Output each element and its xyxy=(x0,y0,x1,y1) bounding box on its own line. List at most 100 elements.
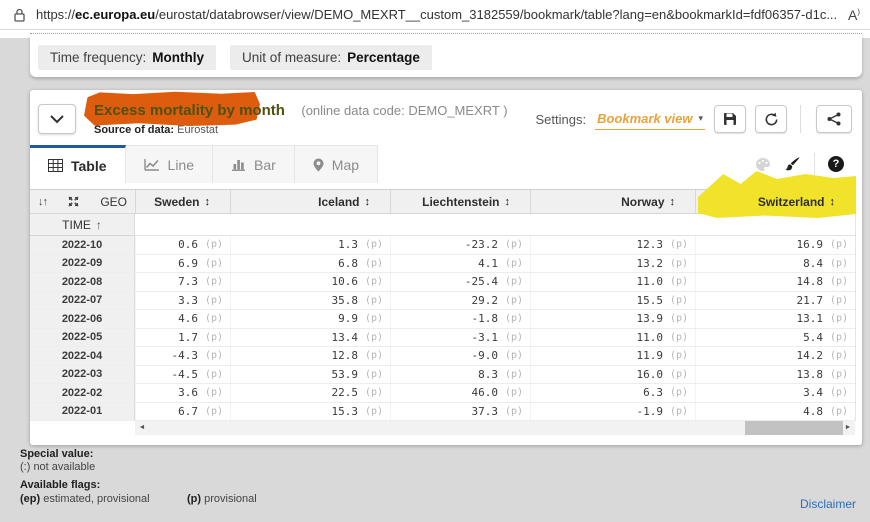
table-column-header-row: ↓↑ GEO Sweden↕ Iceland↕ Liechtenstein↕ N… xyxy=(30,190,855,214)
value-cell: 16.9(p) xyxy=(695,236,855,254)
sort-icon[interactable]: ↓↑ xyxy=(38,196,47,208)
filter-bar: Time frequency:Monthly Unit of measure:P… xyxy=(30,33,862,77)
bar-chart-icon xyxy=(231,158,246,171)
time-cell: 2022-02 xyxy=(30,384,135,402)
browser-address-bar[interactable]: https://ec.europa.eu/eurostat/databrowse… xyxy=(0,0,870,30)
save-view-button[interactable] xyxy=(714,105,746,133)
value-cell: -23.2(p) xyxy=(390,236,530,254)
time-frequency-chip[interactable]: Time frequency:Monthly xyxy=(38,45,216,70)
time-cell: 2022-08 xyxy=(30,273,135,291)
value-cell: 1.7(p) xyxy=(135,329,230,347)
column-header-switzerland[interactable]: Switzerland↕ xyxy=(695,190,855,213)
read-aloud-icon[interactable]: A) xyxy=(848,7,860,23)
column-header-iceland[interactable]: Iceland↕ xyxy=(230,190,390,213)
provisional-flag: (p) xyxy=(198,258,230,269)
provisional-flag: (p) xyxy=(498,369,530,380)
value-text: 3.3 xyxy=(178,294,198,307)
palette-icon[interactable] xyxy=(755,157,771,172)
lock-icon[interactable] xyxy=(10,8,28,22)
provisional-flag: (p) xyxy=(663,406,695,417)
value-text: 16.0 xyxy=(637,368,664,381)
value-text: 11.0 xyxy=(637,331,664,344)
value-cell: 29.2(p) xyxy=(390,292,530,310)
value-text: 12.3 xyxy=(637,238,664,251)
brush-icon[interactable] xyxy=(784,156,801,172)
tab-line[interactable]: Line xyxy=(126,145,213,183)
help-icon[interactable]: ? xyxy=(828,156,844,172)
url-text[interactable]: https://ec.europa.eu/eurostat/databrowse… xyxy=(36,7,840,22)
view-selector-dropdown[interactable]: Bookmark view ▾ xyxy=(595,109,705,130)
value-cell: 3.4(p) xyxy=(695,384,855,402)
value-text: 53.9 xyxy=(332,368,359,381)
column-header-norway[interactable]: Norway↕ xyxy=(530,190,695,213)
scroll-right-arrow[interactable]: ► xyxy=(841,421,855,435)
disclaimer-link[interactable]: Disclaimer xyxy=(800,497,856,511)
value-text: -25.4 xyxy=(465,275,498,288)
view-tabs: Table Line Bar Map ? xyxy=(30,145,862,183)
table-row: 2022-016.7(p)15.3(p)37.3(p)-1.9(p)4.8(p) xyxy=(30,403,855,422)
time-cell: 2022-03 xyxy=(30,366,135,384)
refresh-icon xyxy=(764,112,779,127)
provisional-flag: (p) xyxy=(663,258,695,269)
collapse-panel-button[interactable] xyxy=(38,104,76,134)
provisional-flag: (p) xyxy=(198,276,230,287)
table-row: 2022-073.3(p)35.8(p)29.2(p)15.5(p)21.7(p… xyxy=(30,292,855,311)
value-text: 21.7 xyxy=(797,294,824,307)
column-header-sweden[interactable]: Sweden↕ xyxy=(135,190,230,213)
value-cell: 14.2(p) xyxy=(695,347,855,365)
provisional-flag: (p) xyxy=(823,276,855,287)
value-cell: 16.0(p) xyxy=(530,366,695,384)
tab-bar[interactable]: Bar xyxy=(213,145,295,183)
value-text: 7.3 xyxy=(178,275,198,288)
column-header-liechtenstein[interactable]: Liechtenstein↕ xyxy=(390,190,530,213)
provisional-flag: (p) xyxy=(823,406,855,417)
value-cell: -3.1(p) xyxy=(390,329,530,347)
time-cell: 2022-09 xyxy=(30,255,135,273)
provisional-flag: (p) xyxy=(198,332,230,343)
value-text: 1.7 xyxy=(178,331,198,344)
expand-icon[interactable] xyxy=(68,196,79,207)
provisional-flag: (p) xyxy=(498,276,530,287)
scrollbar-thumb[interactable] xyxy=(745,421,843,435)
provisional-flag: (p) xyxy=(358,295,390,306)
data-table: ↓↑ GEO Sweden↕ Iceland↕ Liechtenstein↕ N… xyxy=(30,189,856,421)
value-cell: 12.3(p) xyxy=(530,236,695,254)
unit-of-measure-chip[interactable]: Unit of measure:Percentage xyxy=(230,45,432,70)
value-text: 9.9 xyxy=(338,312,358,325)
value-text: -4.5 xyxy=(172,368,199,381)
value-cell: -1.8(p) xyxy=(390,310,530,328)
table-corner-cell: ↓↑ GEO xyxy=(30,190,135,213)
value-cell: -4.3(p) xyxy=(135,347,230,365)
provisional-flag: (p) xyxy=(663,350,695,361)
value-text: 0.6 xyxy=(178,238,198,251)
provisional-flag: (p) xyxy=(663,387,695,398)
value-text: 6.9 xyxy=(178,257,198,270)
provisional-flag: (p) xyxy=(358,406,390,417)
value-cell: 7.3(p) xyxy=(135,273,230,291)
tab-table[interactable]: Table xyxy=(30,145,126,183)
provisional-flag: (p) xyxy=(498,332,530,343)
value-cell: 3.3(p) xyxy=(135,292,230,310)
value-cell: 4.8(p) xyxy=(695,403,855,421)
scroll-left-arrow[interactable]: ◄ xyxy=(135,421,149,435)
value-cell: -4.5(p) xyxy=(135,366,230,384)
refresh-button[interactable] xyxy=(755,105,787,133)
tab-map[interactable]: Map xyxy=(295,145,378,183)
data-browser-panel: Excess mortality by month (online data c… xyxy=(30,90,862,445)
value-text: -23.2 xyxy=(465,238,498,251)
time-dimension-header[interactable]: TIME ↑ xyxy=(30,214,135,236)
provisional-flag: (p) xyxy=(198,295,230,306)
provisional-flag: (p) xyxy=(498,350,530,361)
value-cell: 15.5(p) xyxy=(530,292,695,310)
scrollbar-track[interactable] xyxy=(149,421,841,435)
provisional-flag: (p) xyxy=(198,406,230,417)
special-value-label: Special value: xyxy=(20,448,93,460)
provisional-flag: (p) xyxy=(358,350,390,361)
settings-label: Settings: xyxy=(536,112,587,127)
value-cell: 12.8(p) xyxy=(230,347,390,365)
share-button[interactable] xyxy=(816,105,852,133)
provisional-flag: (p) xyxy=(198,369,230,380)
value-cell: 13.1(p) xyxy=(695,310,855,328)
value-cell: 15.3(p) xyxy=(230,403,390,421)
value-text: 8.3 xyxy=(478,368,498,381)
